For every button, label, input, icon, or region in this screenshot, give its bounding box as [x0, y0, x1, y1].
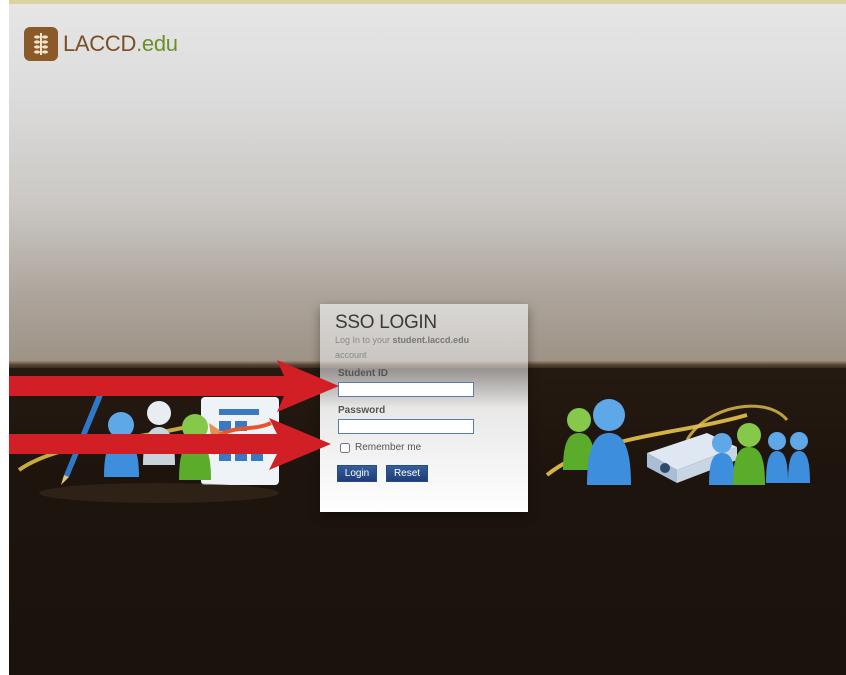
student-id-label: Student ID [338, 368, 388, 379]
arrow-to-password [9, 418, 331, 470]
logo-text: LACCD.edu [63, 31, 178, 57]
logo-main-text: LACCD [63, 31, 137, 56]
login-button[interactable]: Login [337, 465, 377, 482]
logo-tld-text: .edu [136, 31, 178, 56]
panel-subtitle: Log In to your student.laccd.edu account [335, 333, 515, 363]
right-illustration [545, 399, 810, 485]
subtitle-suffix: account [335, 350, 367, 360]
wheat-shield-icon [24, 27, 58, 61]
password-label: Password [338, 405, 386, 416]
password-input[interactable] [338, 419, 474, 434]
login-page: LACCD.edu SSO LOGIN Log In to your stude… [9, 0, 846, 675]
student-id-input[interactable] [338, 382, 474, 397]
remember-me-checkbox[interactable] [340, 442, 350, 453]
arrow-to-student-id [9, 360, 339, 412]
sso-login-panel: SSO LOGIN Log In to your student.laccd.e… [320, 304, 528, 512]
subtitle-domain: student.laccd.edu [392, 335, 470, 345]
remember-me-row[interactable]: Remember me [340, 442, 421, 453]
laccd-logo[interactable]: LACCD.edu [24, 27, 178, 61]
panel-title: SSO LOGIN [335, 312, 437, 333]
subtitle-prefix: Log In to your [335, 335, 393, 345]
remember-me-label: Remember me [355, 442, 422, 453]
reset-button[interactable]: Reset [386, 465, 428, 482]
